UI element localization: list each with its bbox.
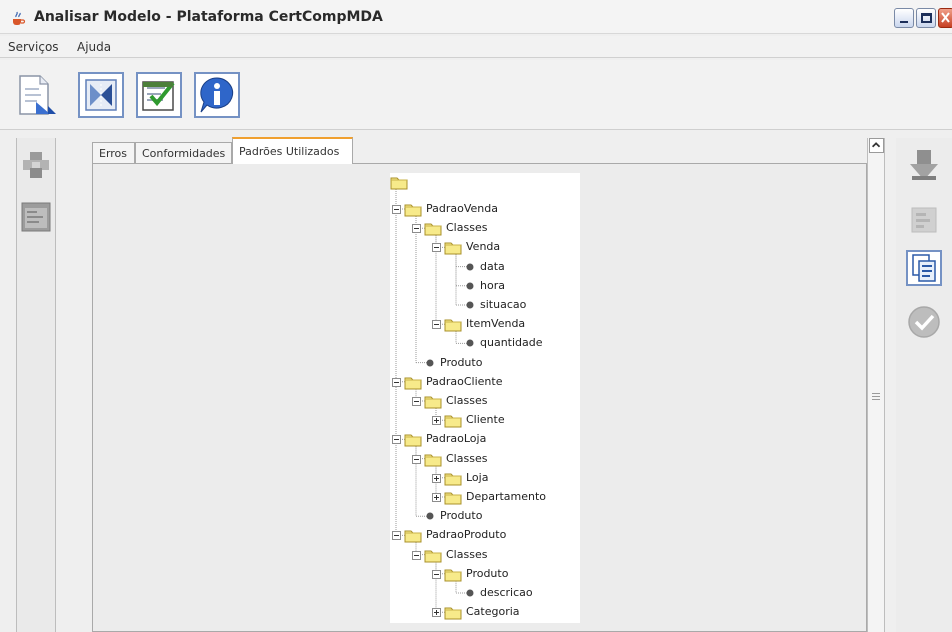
tree-node-label: PadraoLoja	[426, 432, 487, 446]
tree-node-label: hora	[480, 278, 505, 292]
scroll-up-button[interactable]	[869, 138, 884, 153]
tab-strip: Erros Conformidades Padrões Utilizados	[92, 136, 867, 164]
tree-node-label: PadraoProduto	[426, 528, 507, 542]
tab-conformidades[interactable]: Conformidades	[135, 142, 232, 164]
tree-node-label: PadraoCliente	[426, 374, 503, 388]
vertical-scrollbar[interactable]	[867, 138, 885, 632]
collapse-toggle[interactable]	[392, 205, 401, 214]
expand-toggle[interactable]	[432, 416, 441, 426]
maximize-icon	[921, 13, 932, 23]
collapse-toggle[interactable]	[412, 397, 421, 406]
info-icon	[200, 77, 234, 113]
close-icon	[941, 12, 950, 23]
tree-node-label: Classes	[446, 221, 488, 235]
tree-node-label: data	[480, 259, 505, 273]
collapse-toggle[interactable]	[392, 531, 401, 541]
copy-button[interactable]	[906, 250, 942, 286]
tree-node-label: Categoria	[466, 605, 520, 619]
check-icon	[908, 306, 940, 338]
collapse-toggle[interactable]	[412, 224, 421, 234]
export-icon	[911, 207, 937, 233]
menu-ajuda[interactable]: Ajuda	[77, 40, 111, 54]
chevron-up-icon	[871, 142, 881, 148]
tree-node-label: Cliente	[466, 413, 505, 427]
download-icon	[910, 150, 938, 180]
tree-node-label: Venda	[466, 240, 501, 254]
right-panel	[896, 138, 952, 632]
tree-node-label: Produto	[440, 355, 483, 369]
patterns-tree: PadraoVenda Classes Venda data hora situacao I…	[390, 173, 580, 623]
close-button[interactable]	[938, 8, 952, 28]
tree-node-label: Classes	[446, 451, 488, 465]
component-icon	[23, 152, 49, 178]
export-button[interactable]	[906, 202, 942, 238]
menu-servicos[interactable]: Serviços	[8, 40, 59, 54]
transform-button[interactable]	[78, 72, 124, 118]
tree-node-label: descricao	[480, 586, 533, 599]
title-bar: Analisar Modelo - Plataforma CertCompMDA	[0, 0, 952, 34]
collapse-toggle[interactable]	[432, 320, 441, 330]
validate-icon	[142, 81, 175, 111]
expand-toggle[interactable]	[432, 493, 441, 502]
tree-node-label: situacao	[480, 298, 527, 311]
maximize-button[interactable]	[916, 8, 936, 28]
tree-node-label: Classes	[446, 547, 488, 561]
left-panel	[16, 138, 56, 632]
minimize-icon	[900, 21, 908, 23]
minimize-button[interactable]	[894, 8, 914, 28]
info-button[interactable]	[194, 72, 240, 118]
collapse-toggle[interactable]	[392, 377, 401, 387]
collapse-toggle[interactable]	[392, 435, 401, 445]
check-button[interactable]	[906, 304, 942, 340]
document-button[interactable]	[14, 72, 60, 118]
java-cup-icon	[13, 11, 26, 25]
model-window-icon	[21, 202, 51, 232]
scroll-grip-icon	[872, 393, 880, 400]
download-button[interactable]	[906, 148, 942, 184]
tree-node-label: PadraoVenda	[426, 202, 498, 215]
tree-node-label: Produto	[466, 566, 509, 580]
expand-toggle[interactable]	[432, 608, 441, 618]
tab-erros[interactable]: Erros	[92, 142, 135, 164]
window-title: Analisar Modelo - Plataforma CertCompMDA	[34, 9, 383, 25]
toolbar	[0, 60, 952, 130]
tree-node-label: ItemVenda	[466, 317, 526, 331]
copy-icon	[912, 254, 936, 282]
menu-bar: Serviços Ajuda	[0, 36, 952, 58]
document-icon	[19, 75, 56, 115]
collapse-toggle[interactable]	[412, 550, 421, 560]
tab-content-area: PadraoVenda Classes Venda data hora situacao I…	[92, 163, 867, 632]
model-window-button[interactable]	[21, 202, 51, 232]
tree-node-label: Departamento	[466, 490, 547, 503]
collapse-toggle[interactable]	[432, 569, 441, 579]
tree-node-label: Produto	[440, 509, 483, 523]
tree-node-label: Loja	[466, 470, 489, 484]
validate-button[interactable]	[136, 72, 182, 118]
component-button[interactable]	[21, 150, 51, 180]
tab-padroes-utilizados[interactable]: Padrões Utilizados	[232, 137, 353, 164]
collapse-toggle[interactable]	[412, 454, 421, 464]
tree-node-label: Classes	[446, 394, 488, 407]
tree-node-label: quantidade	[480, 336, 543, 350]
collapse-toggle[interactable]	[432, 243, 441, 253]
transform-icon	[85, 79, 117, 111]
expand-toggle[interactable]	[432, 473, 441, 483]
